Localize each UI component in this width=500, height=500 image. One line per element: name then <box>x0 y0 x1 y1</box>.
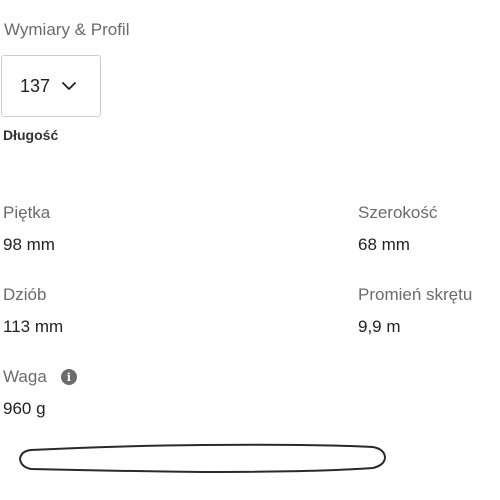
ski-profile-illustration <box>17 441 389 482</box>
section-title: Wymiary & Profil <box>4 20 130 39</box>
spec-heel: Piętka 98 mm <box>3 203 55 255</box>
spec-radius-label: Promień skrętu <box>358 285 473 304</box>
spec-width-value: 68 mm <box>358 235 410 254</box>
spec-tip: Dziób 113 mm <box>3 285 63 337</box>
dimensions-profile-panel: Wymiary & Profil 137 Długość Piętka 98 m… <box>0 0 500 500</box>
spec-weight-value: 960 g <box>3 399 46 418</box>
spec-weight: Waga i 960 g <box>3 367 77 419</box>
length-label: Długość <box>3 127 59 143</box>
spec-weight-label-row: Waga i <box>3 367 77 387</box>
spec-width: Szerokość 68 mm <box>358 203 437 255</box>
chevron-down-icon <box>62 81 76 91</box>
spec-width-label: Szerokość <box>358 203 438 222</box>
spec-radius: Promień skrętu 9,9 m <box>358 285 472 337</box>
info-icon[interactable]: i <box>60 369 77 385</box>
spec-tip-label: Dziób <box>3 285 47 304</box>
length-selected-value: 137 <box>20 75 51 96</box>
spec-radius-value: 9,9 m <box>358 317 401 336</box>
spec-weight-label: Waga <box>3 367 47 386</box>
spec-heel-label: Piętka <box>3 203 51 222</box>
length-select[interactable]: 137 <box>1 55 101 117</box>
spec-heel-value: 98 mm <box>3 235 55 254</box>
spec-tip-value: 113 mm <box>3 317 64 336</box>
